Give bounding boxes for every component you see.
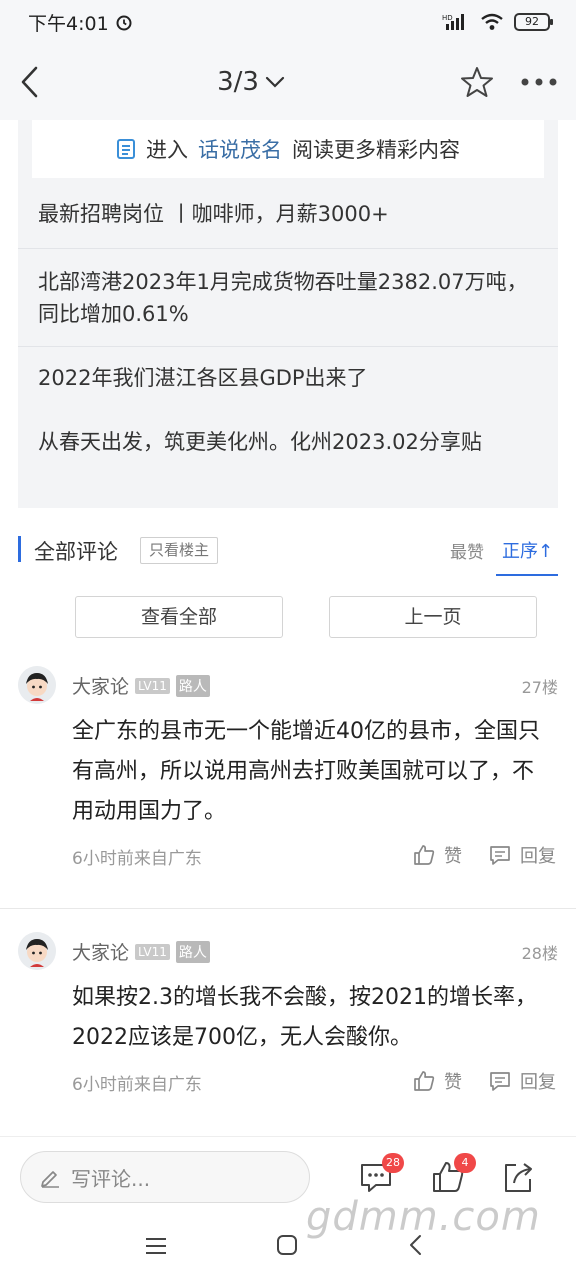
comment-input[interactable]: 写评论... bbox=[20, 1151, 310, 1203]
comment-item: 大家论 LV11 路人 27楼 全广东的县市无一个能增近40亿的县市，全国只有高… bbox=[0, 664, 576, 904]
battery-icon: 92 bbox=[514, 13, 553, 31]
comments-header: 全部评论 只看楼主 最赞 正序↑ bbox=[0, 530, 576, 578]
svg-text:HD: HD bbox=[442, 14, 453, 22]
reply-button[interactable]: 回复 bbox=[488, 1068, 556, 1094]
reply-button[interactable]: 回复 bbox=[488, 842, 556, 868]
like-label: 赞 bbox=[444, 846, 462, 867]
thumbs-up-icon bbox=[414, 1071, 435, 1091]
alarm-icon bbox=[116, 15, 132, 31]
pencil-icon bbox=[41, 1171, 59, 1188]
nav-bar: 3/3 bbox=[0, 44, 576, 120]
divider bbox=[18, 248, 558, 249]
read-more-suffix: 阅读更多精彩内容 bbox=[292, 138, 460, 162]
share-button[interactable] bbox=[500, 1159, 536, 1195]
related-item[interactable]: 从春天出发，筑更美化州。化州2023.02分享贴 bbox=[38, 426, 542, 458]
only-op-button[interactable]: 只看楼主 bbox=[140, 537, 219, 564]
level-badge: LV11 bbox=[135, 943, 170, 960]
comment-meta: 6小时前来自广东 bbox=[72, 1075, 202, 1095]
floor-number: 28楼 bbox=[521, 944, 558, 963]
comment-text: 全广东的县市无一个能增近40亿的县市，全国只有高州，所以说用高州去打败美国就可以… bbox=[72, 719, 540, 824]
more-icon[interactable] bbox=[520, 77, 558, 87]
comment-author: 大家论 LV11 路人 bbox=[72, 938, 210, 965]
comment-text: 如果按2.3的增长我不会酸，按2021的增长率，2022应该是700亿，无人会酸… bbox=[72, 985, 537, 1050]
prev-page-button[interactable]: 上一页 bbox=[329, 596, 537, 638]
level-badge: LV11 bbox=[135, 677, 170, 694]
related-posts: 进入 话说茂名 阅读更多精彩内容 最新招聘岗位 丨咖啡师，月薪3000+ 北部湾… bbox=[18, 120, 558, 508]
comment-meta: 6小时前来自广东 bbox=[72, 849, 202, 869]
related-item[interactable]: 最新招聘岗位 丨咖啡师，月薪3000+ bbox=[38, 198, 542, 230]
reply-icon bbox=[490, 846, 510, 865]
nav-actions bbox=[460, 65, 558, 99]
active-tab-underline bbox=[496, 574, 558, 576]
avatar[interactable] bbox=[18, 932, 56, 970]
like-label: 赞 bbox=[444, 1072, 462, 1093]
status-time: 下午4:01 bbox=[28, 12, 109, 35]
watermark: gdmm.com bbox=[306, 1194, 541, 1240]
sort-hot-tab[interactable]: 最赞 bbox=[450, 538, 484, 563]
menu-icon[interactable] bbox=[145, 1236, 167, 1256]
sort-order-tab[interactable]: 正序↑ bbox=[502, 537, 553, 563]
author-name[interactable]: 大家论 bbox=[72, 672, 129, 699]
comment-item: 大家论 LV11 路人 28楼 如果按2.3的增长我不会酸，按2021的增长率，… bbox=[0, 930, 576, 1130]
star-icon[interactable] bbox=[460, 65, 494, 99]
section-accent-bar bbox=[18, 536, 21, 562]
chevron-down-icon bbox=[265, 76, 285, 88]
like-button[interactable]: 赞 bbox=[412, 1068, 462, 1094]
signal-icon: HD bbox=[442, 14, 464, 30]
pager: 查看全部 上一页 bbox=[0, 596, 576, 638]
status-indicators: HD 92 bbox=[442, 13, 553, 31]
like-post-button[interactable]: 4 bbox=[430, 1153, 476, 1195]
reply-icon bbox=[490, 1072, 510, 1091]
read-more-banner[interactable]: 进入 话说茂名 阅读更多精彩内容 bbox=[32, 120, 544, 178]
document-icon bbox=[117, 139, 135, 159]
back-icon[interactable] bbox=[18, 64, 42, 100]
role-badge: 路人 bbox=[175, 940, 210, 963]
home-icon[interactable] bbox=[276, 1234, 298, 1256]
view-all-button[interactable]: 查看全部 bbox=[75, 596, 283, 638]
wifi-icon bbox=[481, 13, 503, 30]
avatar[interactable] bbox=[18, 666, 56, 704]
read-more-prefix: 进入 bbox=[146, 138, 188, 162]
status-time-group: 下午4:01 bbox=[28, 9, 133, 36]
related-item[interactable]: 北部湾港2023年1月完成货物吞吐量2382.07万吨，同比增加0.61% bbox=[38, 266, 542, 330]
author-name[interactable]: 大家论 bbox=[72, 938, 129, 965]
comment-count-badge: 28 bbox=[382, 1153, 404, 1173]
divider bbox=[0, 908, 576, 909]
floor-number: 27楼 bbox=[521, 678, 558, 697]
comment-input-placeholder: 写评论... bbox=[71, 1166, 151, 1191]
divider bbox=[18, 346, 558, 347]
avatar-icon bbox=[18, 666, 56, 704]
avatar-icon bbox=[18, 932, 56, 970]
like-count-badge: 4 bbox=[454, 1153, 476, 1173]
related-item[interactable]: 2022年我们湛江各区县GDP出来了 bbox=[38, 362, 542, 394]
reply-label: 回复 bbox=[520, 1072, 556, 1093]
reply-label: 回复 bbox=[520, 846, 556, 867]
forum-link[interactable]: 话说茂名 bbox=[198, 134, 282, 164]
comments-button[interactable]: 28 bbox=[358, 1153, 404, 1195]
page-indicator-label: 3/3 bbox=[217, 67, 259, 97]
share-icon bbox=[505, 1163, 532, 1192]
page-indicator[interactable]: 3/3 bbox=[217, 67, 285, 97]
status-bar: 下午4:01 HD 92 bbox=[0, 0, 576, 44]
comment-author: 大家论 LV11 路人 bbox=[72, 672, 210, 699]
like-button[interactable]: 赞 bbox=[412, 842, 462, 868]
thumbs-up-icon bbox=[414, 845, 435, 865]
comments-title: 全部评论 bbox=[34, 540, 118, 564]
role-badge: 路人 bbox=[175, 674, 210, 697]
